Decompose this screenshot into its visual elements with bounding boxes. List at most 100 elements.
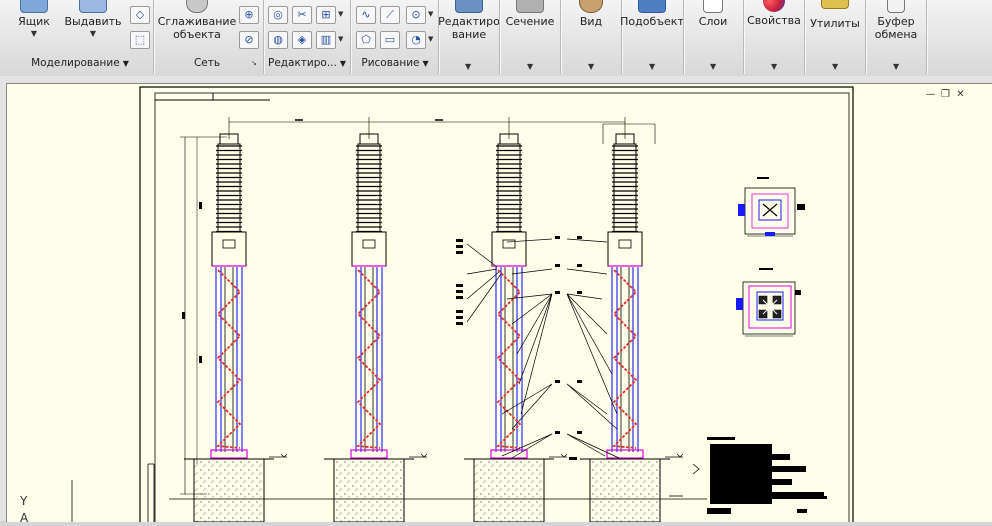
line-icon[interactable]: ⟋	[380, 6, 400, 24]
note-marks	[456, 236, 582, 460]
box-dropdown-icon: ▼	[30, 29, 38, 38]
view-panel-label: Вид	[579, 15, 603, 28]
circle-icon[interactable]: ⊙	[406, 6, 426, 24]
ucs-icon: Y A	[19, 480, 73, 525]
dim-mark	[199, 356, 202, 363]
model-viewport[interactable]: Y A	[6, 83, 992, 526]
level-marker	[549, 453, 568, 458]
left-binding-strip	[147, 463, 155, 522]
detail-view-section	[736, 268, 801, 337]
smooth-object-label: Сглаживание объекта	[157, 15, 237, 41]
nameplate	[222, 239, 236, 249]
leader-lines	[466, 238, 620, 459]
separate-icon[interactable]: ▥	[316, 31, 336, 49]
insulator-stack	[357, 143, 381, 233]
clipboard-panel-button[interactable]: Буфер обмена	[867, 0, 925, 54]
polygon-icon[interactable]: ⬠	[356, 31, 376, 49]
ucs-y-label: Y	[19, 494, 28, 508]
foundation	[193, 458, 265, 523]
utilities-panel-label: Утилиты	[810, 17, 860, 30]
separate-dropdown-icon[interactable]: ▼	[338, 35, 343, 43]
cad-drawing[interactable]: Y A	[7, 84, 992, 526]
apparatus-body	[211, 231, 247, 267]
layers-panel-label: Слои	[698, 15, 728, 28]
polyline-icon[interactable]: ∿	[356, 6, 376, 24]
properties-panel-dropdown-icon: ▼	[771, 62, 778, 71]
thicken-icon[interactable]: ◈	[292, 31, 312, 49]
view-panel-icon	[579, 0, 603, 13]
solid-edit-dropdown-icon[interactable]: ▼	[338, 10, 343, 18]
press-pull-icon[interactable]: ⬚	[130, 31, 150, 49]
box-icon	[20, 0, 48, 13]
view-panel-button[interactable]: Вид	[562, 0, 620, 54]
subtract-icon[interactable]: ◍	[268, 31, 288, 49]
ribbon: Ящик ▼ Выдавить ▼ ◇ ⬚ Моделирование ▼ Сгл…	[0, 0, 992, 77]
utilities-panel-button[interactable]: Утилиты	[806, 0, 864, 54]
extrude-button[interactable]: Выдавить ▼	[64, 0, 122, 54]
properties-panel-button[interactable]: Свойства	[745, 0, 803, 54]
foundation	[589, 458, 661, 523]
imprint-icon[interactable]: ⊞	[316, 6, 336, 24]
apparatus-body	[607, 231, 643, 267]
layers-panel-dropdown-icon: ▼	[710, 62, 717, 71]
section-panel-icon	[516, 0, 544, 13]
group-editing[interactable]: Редактиро... ▼	[265, 56, 349, 70]
group-modeling-label: Моделирование	[31, 57, 120, 69]
insulator-stack	[497, 143, 521, 233]
close-icon[interactable]: ✕	[955, 89, 966, 100]
circle-dropdown-icon[interactable]: ▼	[428, 10, 433, 18]
section-panel-button[interactable]: Сечение	[501, 0, 559, 54]
nameplate	[618, 239, 632, 249]
rectangle-icon[interactable]: ▭	[380, 31, 400, 49]
utilities-panel-icon	[821, 0, 849, 9]
group-divider	[926, 0, 928, 74]
minimize-icon[interactable]: —	[925, 89, 936, 100]
dim-mark	[182, 312, 185, 319]
arc-dropdown-icon[interactable]: ▼	[428, 35, 433, 43]
box-button[interactable]: Ящик ▼	[14, 0, 54, 54]
smooth-object-button[interactable]: Сглаживание объекта	[158, 0, 236, 54]
insulator-stack	[613, 143, 637, 233]
group-drawing[interactable]: Рисование ▼	[352, 56, 438, 70]
edge-icon[interactable]: ◇	[130, 6, 150, 24]
mesh-crease-icon[interactable]: ⊘	[239, 31, 259, 49]
nameplate	[502, 239, 516, 249]
detail-view-top	[738, 177, 805, 237]
group-modeling-dropdown-icon: ▼	[122, 59, 129, 68]
slice-icon[interactable]: ✂	[292, 6, 312, 24]
group-modeling[interactable]: Моделирование ▼	[8, 56, 152, 70]
mesh-refine-icon[interactable]: ⊕	[239, 6, 259, 24]
extrude-label: Выдавить	[64, 15, 122, 28]
union-icon[interactable]: ◎	[268, 6, 288, 24]
arc-icon[interactable]: ◔	[406, 31, 426, 49]
section-panel-dropdown-icon: ▼	[527, 62, 534, 71]
viewport-controls: — ❐ ✕	[925, 89, 966, 100]
group-drawing-label: Рисование	[361, 57, 420, 69]
subobject-panel-dropdown-icon: ▼	[649, 62, 656, 71]
section-panel-label: Сечение	[505, 15, 555, 28]
group-editing-dropdown-icon: ▼	[339, 59, 347, 68]
properties-panel-label: Свойства	[747, 14, 801, 27]
group-drawing-dropdown-icon: ▼	[422, 59, 429, 68]
layers-panel-button[interactable]: Слои	[684, 0, 742, 54]
restore-icon[interactable]: ❐	[940, 89, 951, 100]
utilities-panel-dropdown-icon: ▼	[832, 62, 839, 71]
level-marker	[665, 453, 684, 458]
mesh-launcher-icon[interactable]: ↘	[251, 59, 257, 67]
ucs-a-label: A	[20, 511, 29, 522]
level-mark	[692, 463, 700, 475]
clipboard-panel-icon	[887, 0, 905, 13]
extrude-icon	[79, 0, 107, 13]
group-mesh[interactable]: Сеть	[155, 56, 259, 70]
clipboard-panel-dropdown-icon: ▼	[893, 62, 900, 71]
drawing-area[interactable]: Y A — ❐ ✕	[0, 76, 992, 526]
subobject-panel-button[interactable]: Подобъект	[620, 0, 684, 54]
smooth-object-icon	[186, 0, 208, 13]
edit-panel-label: Редактиро вание	[438, 15, 500, 41]
edit-panel-button[interactable]: Редактиро вание	[438, 0, 500, 54]
title-stub	[155, 93, 270, 101]
layers-panel-icon	[703, 0, 723, 13]
group-editing-label: Редактиро...	[267, 57, 337, 69]
dim-mark	[199, 202, 202, 209]
insulator-stack	[217, 143, 241, 233]
